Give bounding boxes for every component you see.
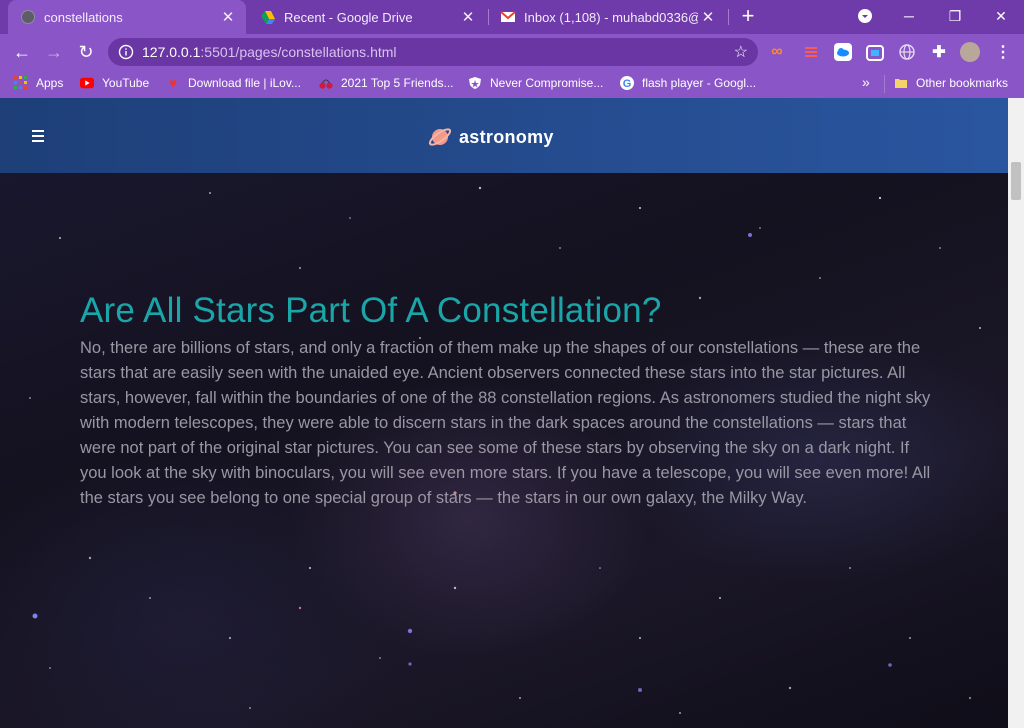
- close-tab-icon[interactable]: ✕: [218, 8, 238, 26]
- close-tab-icon[interactable]: ✕: [698, 8, 718, 26]
- web-page: astronomy Are All Stars Part Of A Conste…: [0, 98, 1024, 728]
- bookmark-label: Other bookmarks: [916, 76, 1009, 90]
- url-text[interactable]: 127.0.0.1:5501/pages/constellations.html: [142, 44, 397, 60]
- chrome-menu-icon[interactable]: ⋮: [994, 43, 1012, 61]
- bookmark-never-compromise[interactable]: Never Compromise...: [468, 76, 603, 90]
- bookmark-label: Download file | iLov...: [188, 76, 301, 90]
- shield-icon: [468, 76, 482, 90]
- restore-button[interactable]: ❐: [940, 4, 970, 28]
- extension-globe-icon[interactable]: [898, 43, 916, 61]
- site-info-icon[interactable]: [118, 44, 134, 60]
- close-window-button[interactable]: ✕: [986, 4, 1016, 28]
- reload-button[interactable]: ↻: [74, 40, 98, 64]
- folder-icon: [894, 76, 908, 90]
- svg-text:G: G: [623, 78, 632, 90]
- brand-name: astronomy: [459, 126, 554, 147]
- forward-button[interactable]: →: [42, 40, 66, 64]
- back-button[interactable]: ←: [10, 40, 34, 64]
- bookmark-label: YouTube: [102, 76, 150, 90]
- other-bookmarks-folder[interactable]: Other bookmarks: [894, 76, 1008, 90]
- bookmark-flash-player[interactable]: G flash player - Googl...: [620, 76, 756, 90]
- address-bar[interactable]: 127.0.0.1:5501/pages/constellations.html…: [108, 38, 758, 66]
- extension-cloud-icon[interactable]: [834, 43, 852, 61]
- site-header: astronomy: [0, 98, 1008, 173]
- bookmark-youtube[interactable]: YouTube: [80, 76, 149, 90]
- bookmarks-bar: Apps YouTube ♥ Download file | iLov... 2…: [0, 70, 1024, 98]
- extension-infinity-icon[interactable]: ∞: [768, 43, 786, 61]
- tab-title: constellations: [44, 9, 123, 25]
- article-body: No, there are billions of stars, and onl…: [80, 339, 931, 507]
- tab-separator: [728, 9, 729, 25]
- tab-gmail[interactable]: Inbox (1,108) - muhabd0336@gmail.com ✕: [488, 0, 726, 34]
- new-tab-button[interactable]: +: [736, 5, 760, 29]
- tab-strip: constellations ✕ Recent - Google Drive ✕…: [0, 0, 1024, 34]
- globe-icon: [20, 9, 36, 25]
- planet-icon: [427, 124, 453, 150]
- bookmarks-overflow-button[interactable]: »: [862, 74, 870, 90]
- article-heading: Are All Stars Part Of A Constellation?: [80, 291, 662, 330]
- bookmarks-separator: [884, 75, 885, 93]
- apps-grid-icon: [14, 76, 28, 90]
- bookmark-label: 2021 Top 5 Friends...: [341, 76, 454, 90]
- extension-list-icon[interactable]: [802, 43, 820, 61]
- extension-screen-icon[interactable]: [866, 45, 884, 61]
- scrollbar-thumb[interactable]: [1011, 162, 1021, 200]
- google-icon: G: [620, 76, 634, 90]
- bookmark-ilovepdf[interactable]: ♥ Download file | iLov...: [166, 75, 301, 91]
- tab-title: Recent - Google Drive: [284, 9, 413, 25]
- bookmark-star-icon[interactable]: ☆: [734, 42, 748, 62]
- youtube-icon: [80, 76, 94, 90]
- profile-avatar[interactable]: [960, 42, 980, 62]
- bookmark-apps[interactable]: Apps: [14, 76, 63, 90]
- gmail-icon: [500, 9, 516, 25]
- minimize-button[interactable]: ─: [894, 4, 924, 28]
- tab-title: Inbox (1,108) - muhabd0336@gmail.com: [524, 9, 698, 25]
- browser-toolbar: ← → ↻ 127.0.0.1:5501/pages/constellation…: [0, 34, 1024, 70]
- tab-search-button[interactable]: [850, 4, 880, 28]
- heart-icon: ♥: [168, 75, 178, 91]
- bookmark-top-friends[interactable]: 2021 Top 5 Friends...: [319, 76, 454, 90]
- bookmark-label: Never Compromise...: [490, 76, 604, 90]
- bookmark-label: Apps: [36, 76, 64, 90]
- cherry-icon: [319, 76, 333, 90]
- extensions-puzzle-icon[interactable]: ✚: [930, 43, 948, 61]
- site-logo[interactable]: astronomy: [427, 124, 554, 150]
- bookmark-label: flash player - Googl...: [642, 76, 757, 90]
- tab-constellations[interactable]: constellations ✕: [8, 0, 246, 34]
- article: Are All Stars Part Of A Constellation? N…: [80, 290, 940, 511]
- hamburger-menu-icon[interactable]: [32, 130, 44, 145]
- tab-google-drive[interactable]: Recent - Google Drive ✕: [248, 0, 486, 34]
- close-tab-icon[interactable]: ✕: [458, 8, 478, 26]
- google-drive-icon: [260, 9, 276, 25]
